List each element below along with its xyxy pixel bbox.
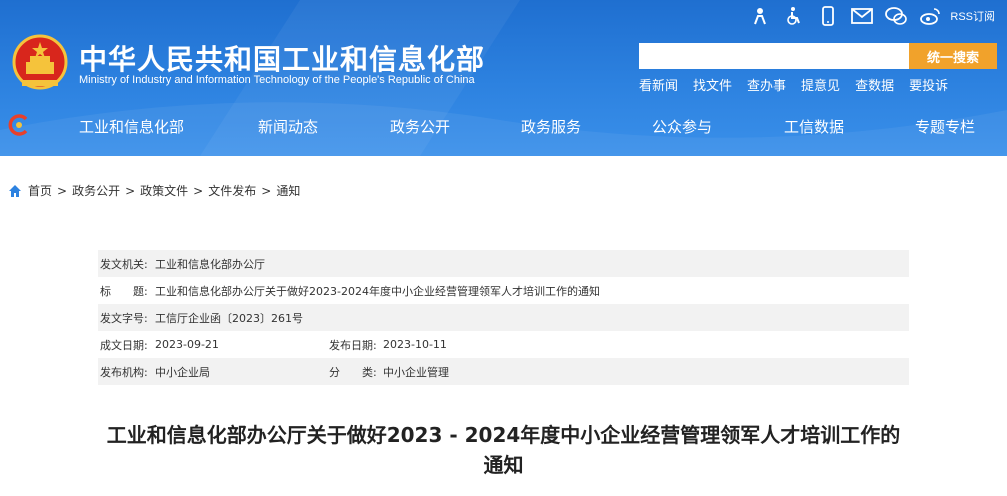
breadcrumb-public-affairs[interactable]: 政务公开 [72,182,120,199]
wechat-icon[interactable] [884,4,908,28]
document-title: 工业和信息化部办公厅关于做好2023 - 2024年度中小企业经营管理领军人才培… [106,423,901,477]
mobile-icon[interactable] [816,4,840,28]
nav-item-topics[interactable]: 专题专栏 [915,116,975,137]
miit-logo-icon[interactable] [7,113,31,137]
meta-row-dates: 成文日期: 2023-09-21 发布日期: 2023-10-11 [98,331,909,358]
breadcrumb-policy-files[interactable]: 政策文件 [140,182,188,199]
nav-item-miit[interactable]: 工业和信息化部 [79,116,184,137]
mail-icon[interactable] [850,4,874,28]
breadcrumb-separator: > [57,183,68,198]
quick-links: 看新闻 找文件 查办事 提意见 查数据 要投诉 [639,75,963,94]
org-value: 中小企业局 [155,365,210,379]
weibo-icon[interactable] [918,4,942,28]
site-subtitle: Ministry of Industry and Information Tec… [79,74,475,86]
breadcrumb-separator: > [193,183,204,198]
created-date-value: 2023-09-21 [155,338,219,351]
main-nav: 工业和信息化部 新闻动态 政务公开 政务服务 公众参与 工信数据 专题专栏 [0,107,1007,145]
accessibility-icon[interactable] [782,4,806,28]
breadcrumb-separator: > [125,183,136,198]
meta-row-title: 标 题: 工业和信息化部办公厅关于做好2023-2024年度中小企业经营管理领军… [98,277,909,304]
breadcrumb-notice[interactable]: 通知 [276,182,300,199]
doc-no-value: 工信厅企业函〔2023〕261号 [155,311,303,325]
breadcrumb-home[interactable]: 首页 [28,182,52,199]
quick-link-data[interactable]: 查数据 [855,75,894,94]
national-emblem-icon [12,34,68,90]
quick-link-complaint[interactable]: 要投诉 [909,75,948,94]
search-input[interactable] [639,43,909,69]
category-label: 分 类: [329,365,377,379]
published-date-value: 2023-10-11 [383,338,447,351]
nav-item-public-affairs[interactable]: 政务公开 [390,116,450,137]
nav-item-data[interactable]: 工信数据 [784,116,844,137]
search-button[interactable]: 统一搜索 [909,43,997,69]
breadcrumb-separator: > [261,183,272,198]
published-date-label: 发布日期: [329,338,377,352]
created-date-label: 成文日期: [100,338,148,352]
meta-row-doc-no: 发文字号: 工信厅企业函〔2023〕261号 [98,304,909,331]
quick-link-services[interactable]: 查办事 [747,75,786,94]
category-value: 中小企业管理 [383,365,449,379]
elderly-mode-icon[interactable] [748,4,772,28]
meta-row-issuer: 发文机关: 工业和信息化部办公厅 [98,250,909,277]
document-meta-table: 发文机关: 工业和信息化部办公厅 标 题: 工业和信息化部办公厅关于做好2023… [98,250,909,385]
rss-link[interactable]: RSS订阅 [950,8,995,24]
nav-item-services[interactable]: 政务服务 [521,116,581,137]
title-label: 标 题: [100,284,148,298]
title-value: 工业和信息化部办公厅关于做好2023-2024年度中小企业经营管理领军人才培训工… [155,284,600,298]
issuer-value: 工业和信息化部办公厅 [155,257,265,271]
quick-link-feedback[interactable]: 提意见 [801,75,840,94]
issuer-label: 发文机关: [100,257,148,271]
quick-link-files[interactable]: 找文件 [693,75,732,94]
nav-item-participation[interactable]: 公众参与 [652,116,712,137]
org-label: 发布机构: [100,365,148,379]
top-icon-bar: RSS订阅 [738,4,995,28]
breadcrumb-file-release[interactable]: 文件发布 [208,182,256,199]
breadcrumb: 首页 > 政务公开 > 政策文件 > 文件发布 > 通知 [8,182,300,199]
doc-no-label: 发文字号: [100,311,148,325]
nav-item-news[interactable]: 新闻动态 [258,116,318,137]
site-header: 中华人民共和国工业和信息化部 Ministry of Industry and … [0,0,1007,156]
site-title[interactable]: 中华人民共和国工业和信息化部 [79,38,485,78]
home-icon [9,184,21,197]
meta-row-org: 发布机构: 中小企业局 分 类: 中小企业管理 [98,358,909,385]
quick-link-news[interactable]: 看新闻 [639,75,678,94]
